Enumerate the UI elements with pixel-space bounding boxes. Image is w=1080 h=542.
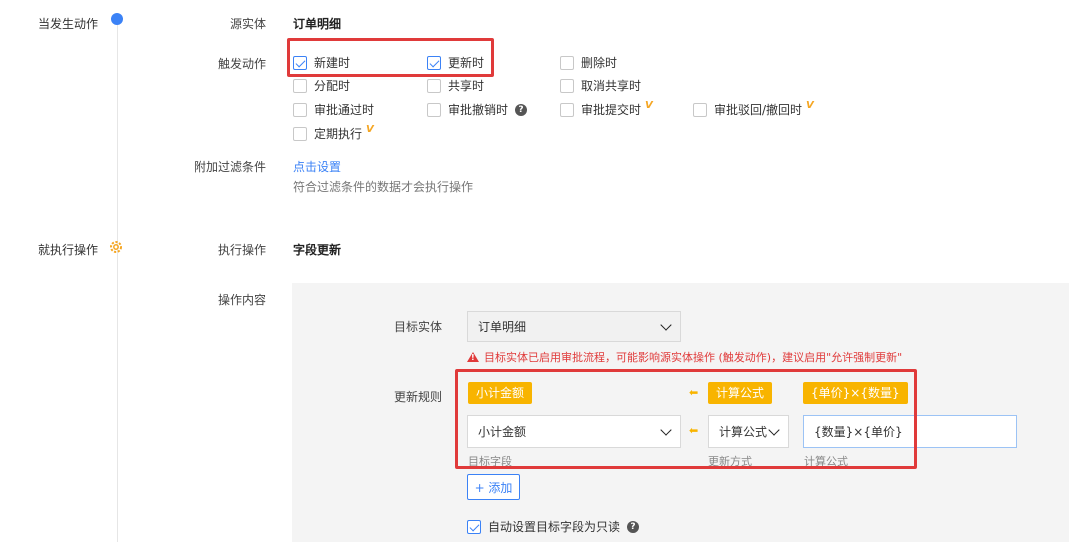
checkbox-label: 共享时 — [448, 79, 485, 93]
checkbox-label: 审批提交时 — [581, 103, 642, 117]
checkbox-box[interactable] — [427, 102, 441, 117]
highlight-box-rules — [455, 369, 917, 469]
approval-warning: 目标实体已启用审批流程，可能影响源实体操作 (触发动作)，建议启用"允许强制更新… — [467, 349, 902, 365]
step-label-trigger: 当发生动作 — [38, 17, 99, 31]
highlight-box-trigger — [287, 38, 494, 77]
checkbox-delete[interactable]: 删除时 — [560, 54, 617, 71]
checkbox-label: 取消共享时 — [581, 79, 642, 93]
filter-set-link[interactable]: 点击设置 — [293, 158, 341, 175]
help-icon[interactable]: ? — [515, 103, 528, 116]
checkbox-box[interactable] — [693, 102, 707, 117]
step-label-execute: 就执行操作 — [38, 243, 99, 257]
checkbox-box[interactable] — [293, 78, 307, 93]
update-rules-label: 更新规则 — [393, 390, 442, 404]
checkbox-label: 审批撤销时 — [448, 103, 509, 117]
checkbox-box[interactable] — [560, 55, 574, 70]
checkbox-assign[interactable]: 分配时 — [293, 77, 350, 94]
add-rule-button[interactable]: + 添加 — [467, 474, 520, 500]
checkbox-share[interactable]: 共享时 — [427, 77, 484, 94]
target-entity-select[interactable]: 订单明细 — [467, 311, 681, 342]
source-entity-value: 订单明细 — [293, 17, 342, 31]
checkbox-approve[interactable]: 审批通过时 — [293, 101, 374, 118]
timeline-line — [117, 18, 118, 542]
checkbox-label: 审批驳回/撤回时 — [714, 103, 803, 117]
version-mark-icon: V — [645, 100, 653, 111]
checkbox-label: 分配时 — [314, 79, 351, 93]
checkbox-label: 审批通过时 — [314, 103, 375, 117]
execute-action-label: 执行操作 — [217, 243, 266, 257]
checkbox-readonly[interactable]: 自动设置目标字段为只读 ? — [467, 518, 640, 535]
target-entity-value: 订单明细 — [478, 320, 527, 334]
target-entity-label: 目标实体 — [393, 320, 442, 334]
version-mark-icon: V — [366, 124, 374, 135]
step-dot-trigger — [111, 13, 123, 25]
checkbox-box[interactable] — [293, 102, 307, 117]
filter-label: 附加过滤条件 — [193, 160, 266, 174]
warning-text: 目标实体已启用审批流程，可能影响源实体操作 (触发动作)，建议启用"允许强制更新… — [484, 351, 903, 364]
checkbox-box[interactable] — [560, 102, 574, 117]
checkbox-revoke[interactable]: 审批撤销时 ? — [427, 101, 528, 118]
help-icon[interactable]: ? — [627, 520, 640, 533]
checkbox-label: 自动设置目标字段为只读 — [488, 520, 621, 534]
chevron-down-icon — [660, 318, 672, 331]
execute-action-value: 字段更新 — [293, 243, 342, 257]
warning-icon — [467, 352, 479, 362]
checkbox-box[interactable] — [427, 78, 441, 93]
operation-content-label: 操作内容 — [217, 293, 266, 307]
gear-icon — [110, 241, 122, 253]
checkbox-label: 定期执行 — [314, 127, 363, 141]
checkbox-reject[interactable]: 审批驳回/撤回时 V — [693, 100, 814, 118]
version-mark-icon: V — [806, 100, 814, 111]
source-entity-label: 源实体 — [229, 17, 266, 31]
checkbox-schedule[interactable]: 定期执行 V — [293, 124, 374, 142]
checkbox-box[interactable] — [467, 519, 481, 534]
checkbox-label: 删除时 — [581, 56, 618, 70]
checkbox-box[interactable] — [293, 126, 307, 141]
checkbox-unshare[interactable]: 取消共享时 — [560, 77, 641, 94]
trigger-action-label: 触发动作 — [217, 57, 266, 71]
checkbox-box[interactable] — [560, 78, 574, 93]
filter-hint: 符合过滤条件的数据才会执行操作 — [293, 180, 474, 194]
checkbox-submit[interactable]: 审批提交时 V — [560, 100, 653, 118]
